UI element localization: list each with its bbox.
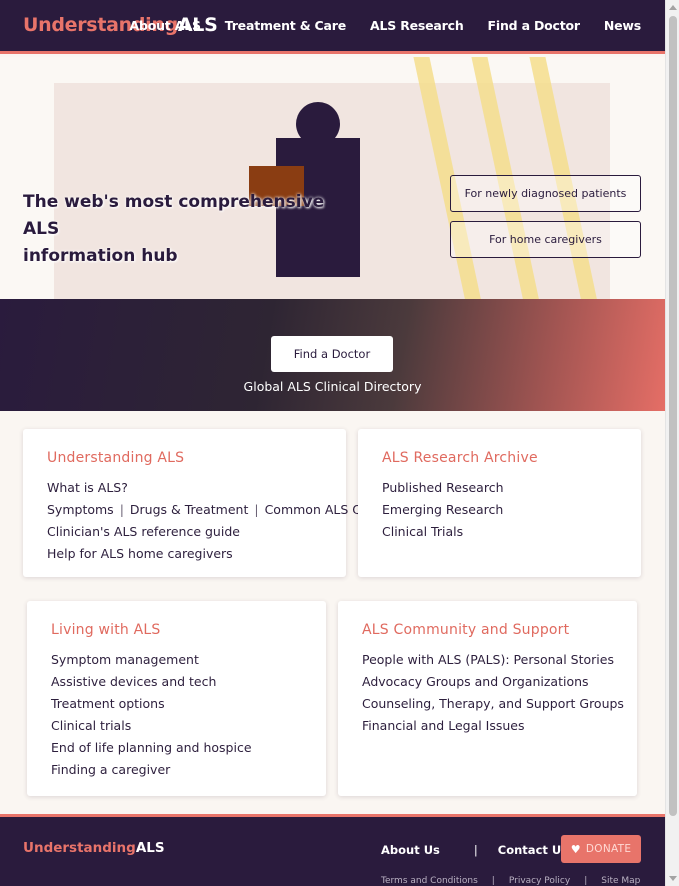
link-clinical-trials[interactable]: Clinical Trials (382, 521, 504, 543)
card-community-support: ALS Community and Support People with AL… (338, 601, 637, 796)
nav-news[interactable]: News (604, 18, 641, 33)
footer-sitemap[interactable]: Site Map (601, 876, 640, 886)
card-research-archive: ALS Research Archive Published Research … (358, 429, 641, 577)
link-end-of-life[interactable]: End of life planning and hospice (51, 737, 252, 759)
link-emerging-research[interactable]: Emerging Research (382, 499, 504, 521)
link-assistive-devices[interactable]: Assistive devices and tech (51, 671, 252, 693)
footer-links: About Us | Contact Us (381, 843, 568, 857)
footer-separator: | (584, 876, 588, 886)
footer-about-us[interactable]: About Us (381, 843, 440, 857)
nav-about-als[interactable]: About ALS (129, 18, 200, 33)
scroll-down-icon[interactable] (669, 876, 677, 881)
card-title[interactable]: ALS Community and Support (362, 622, 569, 638)
footer-legal-links: Terms and Conditions | Privacy Policy | … (381, 876, 640, 886)
find-doctor-band: Find a Doctor Global ALS Clinical Direct… (0, 299, 665, 411)
heart-icon: ♥ (570, 842, 581, 856)
sublink-symptoms[interactable]: Symptoms (47, 502, 114, 517)
home-caregivers-button[interactable]: For home caregivers (450, 221, 641, 258)
link-counseling[interactable]: Counseling, Therapy, and Support Groups (362, 693, 624, 715)
card-living-with-als: Living with ALS Symptom management Assis… (27, 601, 326, 796)
main-nav: About ALS Treatment & Care ALS Research … (129, 18, 641, 33)
footer-contact-us[interactable]: Contact Us (498, 843, 568, 857)
site-footer: UnderstandingALS About Us | Contact Us ♥… (0, 814, 665, 886)
find-doctor-button[interactable]: Find a Doctor (271, 336, 393, 372)
link-advocacy-groups[interactable]: Advocacy Groups and Organizations (362, 671, 624, 693)
nav-find-a-doctor[interactable]: Find a Doctor (488, 18, 581, 33)
scrollbar-thumb[interactable] (669, 16, 677, 816)
footer-separator: | (491, 876, 495, 886)
page-scrollbar[interactable] (665, 0, 679, 886)
link-published-research[interactable]: Published Research (382, 477, 504, 499)
footer-terms[interactable]: Terms and Conditions (381, 876, 478, 886)
card-title[interactable]: Living with ALS (51, 622, 161, 638)
link-symptom-management[interactable]: Symptom management (51, 649, 252, 671)
card-link-list: Symptom management Assistive devices and… (51, 649, 252, 781)
nav-treatment-care[interactable]: Treatment & Care (225, 18, 346, 33)
card-understanding-als: Understanding ALS What is ALS? Symptoms |… (23, 429, 415, 577)
card-title[interactable]: Understanding ALS (47, 450, 184, 466)
donate-button[interactable]: ♥ DONATE (561, 835, 641, 863)
newly-diagnosed-button[interactable]: For newly diagnosed patients (450, 175, 641, 212)
link-treatment-options[interactable]: Treatment options (51, 693, 252, 715)
scroll-up-icon[interactable] (669, 5, 677, 10)
footer-logo[interactable]: UnderstandingALS (23, 840, 165, 856)
footer-privacy[interactable]: Privacy Policy (509, 876, 570, 886)
sublink-drugs-treatment[interactable]: Drugs & Treatment (130, 502, 248, 517)
donate-label: DONATE (585, 843, 632, 855)
card-link-list: Published Research Emerging Research Cli… (382, 477, 504, 543)
hero-title-line2: information hub (23, 246, 178, 266)
link-pals-stories[interactable]: People with ALS (PALS): Personal Stories (362, 649, 624, 671)
card-title[interactable]: ALS Research Archive (382, 450, 538, 466)
nav-als-research[interactable]: ALS Research (370, 18, 464, 33)
link-clinical-trials[interactable]: Clinical trials (51, 715, 252, 737)
sublink-separator: | (254, 502, 259, 517)
site-header: UnderstandingALS About ALS Treatment & C… (0, 0, 665, 54)
logo-part-understanding: Understanding (23, 840, 136, 856)
sublink-separator: | (119, 502, 124, 517)
link-finding-caregiver[interactable]: Finding a caregiver (51, 759, 252, 781)
hero-title: The web's most comprehensive ALS informa… (23, 189, 353, 270)
clinical-directory-label: Global ALS Clinical Directory (243, 379, 422, 394)
link-financial-legal[interactable]: Financial and Legal Issues (362, 715, 624, 737)
card-link-list: People with ALS (PALS): Personal Stories… (362, 649, 624, 737)
footer-separator: | (473, 843, 478, 857)
hero-section: The web's most comprehensive ALS informa… (0, 57, 665, 299)
logo-part-als: ALS (135, 840, 165, 856)
hero-title-line1: The web's most comprehensive ALS (23, 192, 325, 239)
